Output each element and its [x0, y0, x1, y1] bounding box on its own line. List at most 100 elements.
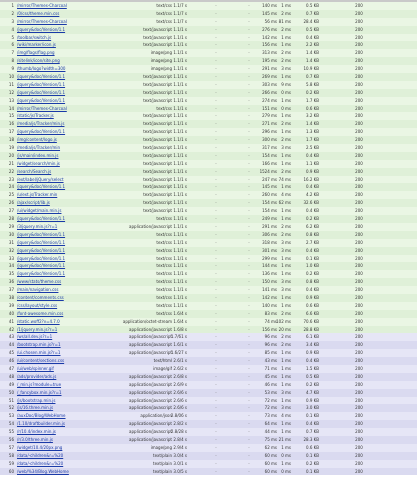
request-url-link[interactable]: /web/%34/Blog.WebHome — [17, 468, 133, 476]
request-url-link[interactable]: /r/3.0/three.min.js — [17, 436, 133, 444]
request-url-link[interactable]: /bootstrap.min.js?r=1 — [17, 341, 133, 349]
table-row[interactable]: 17/jquery&doc/Version/1.1 text/javascript… — [0, 128, 417, 137]
table-row[interactable]: 1/mirror/Themes-Charcoal text/css 1.1/7 s 1… — [0, 2, 417, 10]
request-url-link[interactable]: /jquery&doc/Version/1.1 — [17, 73, 133, 81]
table-row[interactable]: 33/jquery&doc/Version/1.1 text/css 1.1/1 s… — [0, 254, 417, 263]
table-row[interactable]: 23/ext/label/jQuery/select text/javascrip… — [0, 175, 417, 184]
request-url-link[interactable]: /3/jquery.min.js?r=1 — [17, 223, 133, 231]
request-url-link[interactable]: /static.woff2?v=4.7.0 — [17, 318, 133, 326]
request-url-link[interactable]: /jquery&doc/Version/1.1 — [17, 239, 133, 247]
request-url-link[interactable]: /r/10.4/index.min.js — [17, 428, 133, 436]
table-row[interactable]: 60/web/%34/Blog.WebHome text/plain 3.0/5 s… — [0, 467, 417, 476]
request-url-link[interactable]: /js/main/index.min.js — [17, 152, 133, 160]
request-url-link[interactable]: /0/css/theme.min.css — [17, 10, 133, 18]
table-row[interactable]: 3/mirror/Themes-Charcoal text/css 1.1/7 s 5… — [0, 17, 417, 26]
table-row[interactable]: 9/thumb/logo?width=300 image/png 1.1/1 s 29… — [0, 65, 417, 74]
request-url-link[interactable]: /content/comments.css — [17, 294, 133, 302]
request-url-link[interactable]: /js/bootstrap.min.js — [17, 397, 133, 405]
request-url-link[interactable]: /jquery&doc/Version/1.1 — [17, 262, 133, 270]
table-row[interactable]: 8/sitelink/icon/site.png image/png 1.1/1 s… — [0, 57, 417, 66]
table-row[interactable]: 32/jquery&doc/Version/1.1 text/css 1.1/1 s… — [0, 246, 417, 255]
request-url-link[interactable]: /search/Search.js — [17, 168, 133, 176]
request-url-link[interactable]: /toolbar/switch.js — [17, 34, 133, 42]
table-row[interactable]: 22/search/Search.js text/javascript 1.1/1 … — [0, 167, 417, 176]
table-row[interactable]: 13/jquery&doc/Version/1.1 text/javascript… — [0, 96, 417, 105]
table-row[interactable]: 53/auxDoc/Blog/WebHome application/json 2.… — [0, 412, 417, 421]
table-row[interactable]: 26/ajax/script/lib.js text/javascript 1.1/… — [0, 199, 417, 208]
table-row[interactable]: 35/jquery&doc/Version/1.1 text/css 1.1/1 s… — [0, 270, 417, 279]
table-row[interactable]: 51/js/bootstrap.min.js application/javasc… — [0, 396, 417, 405]
request-url-link[interactable]: /widget/10.4/20px.png — [17, 444, 133, 452]
request-url-link[interactable]: /1.10/draftbuilder.min.js — [17, 420, 133, 428]
request-url-link[interactable]: /mirror/Themes-Charcoal — [17, 18, 133, 26]
table-row[interactable]: 7/img/flags/flag.png image/png 1.1/1 s 313 … — [0, 49, 417, 58]
request-url-link[interactable]: /jquery&doc/Version/1.1 — [17, 255, 133, 263]
table-row[interactable]: 48/ads/provider/ads.js application/javasc… — [0, 372, 417, 381]
request-url-link[interactable]: /www/stats/theme.css — [17, 278, 133, 286]
request-url-link[interactable]: /ui/content/sections.css — [17, 357, 133, 365]
request-url-link[interactable]: /main/navigation.css — [17, 286, 133, 294]
table-row[interactable]: 40/font-awesome.min.css text/css 1.6/4 s 83… — [0, 309, 417, 318]
table-row[interactable]: 29/3/jquery.min.js?r=1 application/javasc… — [0, 222, 417, 231]
table-row[interactable]: 34/jquery&doc/Version/1.1 text/css 1.1/1 s… — [0, 262, 417, 271]
request-url-link[interactable]: /mirror/Themes-Charcoal — [17, 2, 133, 10]
table-row[interactable]: 10/jquery&doc/Version/1.1 text/javascript… — [0, 73, 417, 81]
request-url-link[interactable]: /jquery&doc/Version/1.1 — [17, 270, 133, 278]
request-url-link[interactable]: /font-awesome.min.css — [17, 310, 133, 318]
table-row[interactable]: 6/wiki/marker/icon.js text/javascript 1.1/… — [0, 41, 417, 50]
request-url-link[interactable]: /data/-children&r=%20 — [17, 460, 133, 468]
request-url-link[interactable]: /mirror/Themes-Charcoal — [17, 105, 133, 113]
table-row[interactable]: 44/bootstrap.min.js?r=1 application/javas… — [0, 341, 417, 350]
table-row[interactable]: 14/mirror/Themes-Charcoal text/css 1.1/1 s… — [0, 104, 417, 113]
table-row[interactable]: 28/jquery&doc/Version/1.1 text/css 1.1/1 s… — [0, 215, 417, 223]
table-row[interactable]: 56/r/3.0/three.min.js application/javascr… — [0, 435, 417, 444]
request-url-link[interactable]: /jquery&doc/Version/1.1 — [17, 231, 133, 239]
request-url-link[interactable]: /jquery&doc/Version/1.1 — [17, 128, 133, 136]
table-row[interactable]: 46/ui/content/sections.css text/html 2.6/1… — [0, 357, 417, 365]
table-row[interactable]: 16/media/js/Tracker/min.js text/javascrip… — [0, 120, 417, 129]
table-row[interactable]: 4/jquery&doc/Version/1.1 text/javascript 1… — [0, 25, 417, 34]
request-url-link[interactable]: /1/jquery.min.js?r=1 — [17, 326, 133, 334]
table-row[interactable]: 36/www/stats/theme.css text/css 1.1/1 s 150… — [0, 278, 417, 287]
request-url-link[interactable]: /jquery&doc/Version/1.1 — [17, 81, 133, 89]
request-url-link[interactable]: /auxDoc/Blog/WebHome — [17, 412, 133, 420]
table-row[interactable]: 11/jquery&doc/Version/1.1 text/javascript… — [0, 80, 417, 89]
table-row[interactable]: 43/ws/all.dev.js?r=1 application/javascri… — [0, 333, 417, 342]
table-row[interactable]: 54/1.10/draftbuilder.min.js application/j… — [0, 420, 417, 429]
table-row[interactable]: 20/js/main/index.min.js text/javascript 1.… — [0, 151, 417, 160]
table-row[interactable]: 52/js/16.three.min.js application/javascr… — [0, 404, 417, 413]
table-row[interactable]: 41/static.woff2?v=4.7.0 application/octet… — [0, 317, 417, 326]
request-url-link[interactable]: /static/js/Tracker.js — [17, 112, 133, 120]
request-url-link[interactable]: /u/ext.js/Tracker.min — [17, 191, 133, 199]
request-url-link[interactable]: /data/-children&r=%20 — [17, 452, 133, 460]
request-url-link[interactable]: /_min.js?module=true — [17, 381, 133, 389]
table-row[interactable]: 58/data/-children&r=%20 text/plain 3.0/4 s… — [0, 451, 417, 460]
request-url-link[interactable]: /wiki/marker/icon.js — [17, 41, 133, 49]
table-row[interactable]: 21/widget/search/min.js text/javascript 1.… — [0, 159, 417, 168]
request-url-link[interactable]: /ajax/script/lib.js — [17, 199, 133, 207]
request-url-link[interactable]: /media/js/Tracker/min — [17, 144, 133, 152]
request-url-link[interactable]: /ui.chosen.min.js?r=1 — [17, 349, 133, 357]
request-url-link[interactable]: /ws/all.dev.js?r=1 — [17, 333, 133, 341]
table-row[interactable]: 12/jquery&doc/Version/1.1 text/javascript… — [0, 88, 417, 97]
request-url-link[interactable]: /ads/provider/ads.js — [17, 373, 133, 381]
request-url-link[interactable]: /sitelink/icon/site.png — [17, 57, 133, 65]
table-row[interactable]: 25/u/ext.js/Tracker.min text/javascript 1.… — [0, 191, 417, 200]
request-url-link[interactable]: /_fancybox.min.js?r=1 — [17, 389, 133, 397]
table-row[interactable]: 30/jquery&doc/Version/1.1 text/css 1.1/1 s… — [0, 230, 417, 239]
table-row[interactable]: 2/0/css/theme.min.css text/css 1.1/7 s 145 … — [0, 9, 417, 18]
request-url-link[interactable]: /jquery&doc/Version/1.1 — [17, 183, 133, 191]
request-url-link[interactable]: /jquery&doc/Version/1.1 — [17, 89, 133, 97]
table-row[interactable]: 42/1/jquery.min.js?r=1 application/javasc… — [0, 325, 417, 334]
request-url-link[interactable]: /jquery&doc/Version/1.1 — [17, 247, 133, 255]
table-row[interactable]: 18/img/content/logo.js text/javascript 1.1… — [0, 136, 417, 145]
request-url-link[interactable]: /thumb/logo?width=300 — [17, 65, 133, 73]
request-url-link[interactable]: /widget/search/min.js — [17, 160, 133, 168]
request-url-link[interactable]: /jquery&doc/Version/1.1 — [17, 97, 133, 105]
request-url-link[interactable]: /jquery&doc/Version/1.1 — [17, 26, 133, 34]
request-url-link[interactable]: /jquery&doc/Version/1.1 — [17, 215, 133, 223]
table-row[interactable]: 57/widget/10.4/20px.png image/png 2.9/4 s 6… — [0, 443, 417, 452]
table-row[interactable]: 39/css/layout/style.css text/css 1.1/1 s 14… — [0, 301, 417, 310]
request-url-link[interactable]: /css/layout/style.css — [17, 302, 133, 310]
table-row[interactable]: 15/static/js/Tracker.js text/javascript 1.… — [0, 112, 417, 121]
